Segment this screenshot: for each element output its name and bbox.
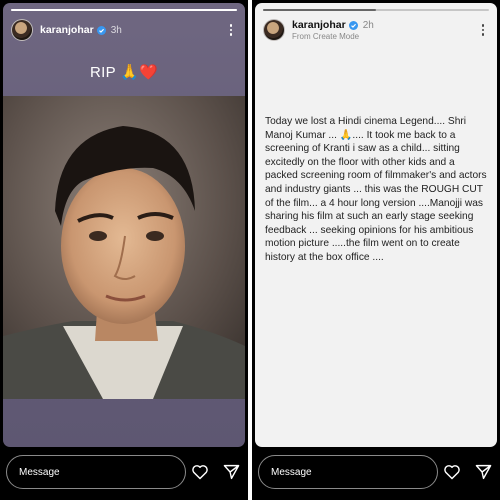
story-header: karanjohar 3h xyxy=(11,16,239,44)
reply-bar: Message xyxy=(0,450,248,494)
story-time: 2h xyxy=(362,19,374,31)
heart-icon[interactable] xyxy=(443,464,461,480)
story-photo xyxy=(3,96,245,399)
more-options-icon[interactable] xyxy=(475,22,491,38)
send-icon[interactable] xyxy=(223,464,240,480)
story-time: 3h xyxy=(110,24,122,36)
story-text: Today we lost a Hindi cinema Legend.... … xyxy=(265,116,487,263)
story-content[interactable]: karanjohar 3h RIP 🙏❤️ xyxy=(3,3,245,447)
story-panel-right: karanjohar 2h From Create Mode Today we … xyxy=(252,0,500,500)
username[interactable]: karanjohar xyxy=(292,19,346,31)
verified-icon xyxy=(96,25,106,35)
story-progress-bar xyxy=(263,9,489,11)
message-input[interactable]: Message xyxy=(258,455,438,489)
more-options-icon[interactable] xyxy=(223,22,239,38)
story-caption: RIP 🙏❤️ xyxy=(89,64,159,81)
story-panel-left: karanjohar 3h RIP 🙏❤️ Message xyxy=(0,0,248,500)
send-icon[interactable] xyxy=(475,464,492,480)
heart-icon[interactable] xyxy=(191,464,209,480)
story-header: karanjohar 2h From Create Mode xyxy=(263,16,491,44)
reply-bar: Message xyxy=(252,450,500,494)
verified-icon xyxy=(348,20,358,30)
story-progress-bar xyxy=(11,9,237,11)
avatar[interactable] xyxy=(11,19,33,41)
create-mode-label: From Create Mode xyxy=(292,32,360,41)
avatar[interactable] xyxy=(263,19,285,41)
username[interactable]: karanjohar xyxy=(40,24,94,36)
message-input[interactable]: Message xyxy=(6,455,186,489)
story-content[interactable]: karanjohar 2h From Create Mode Today we … xyxy=(255,3,497,447)
portrait-photo xyxy=(3,96,245,399)
